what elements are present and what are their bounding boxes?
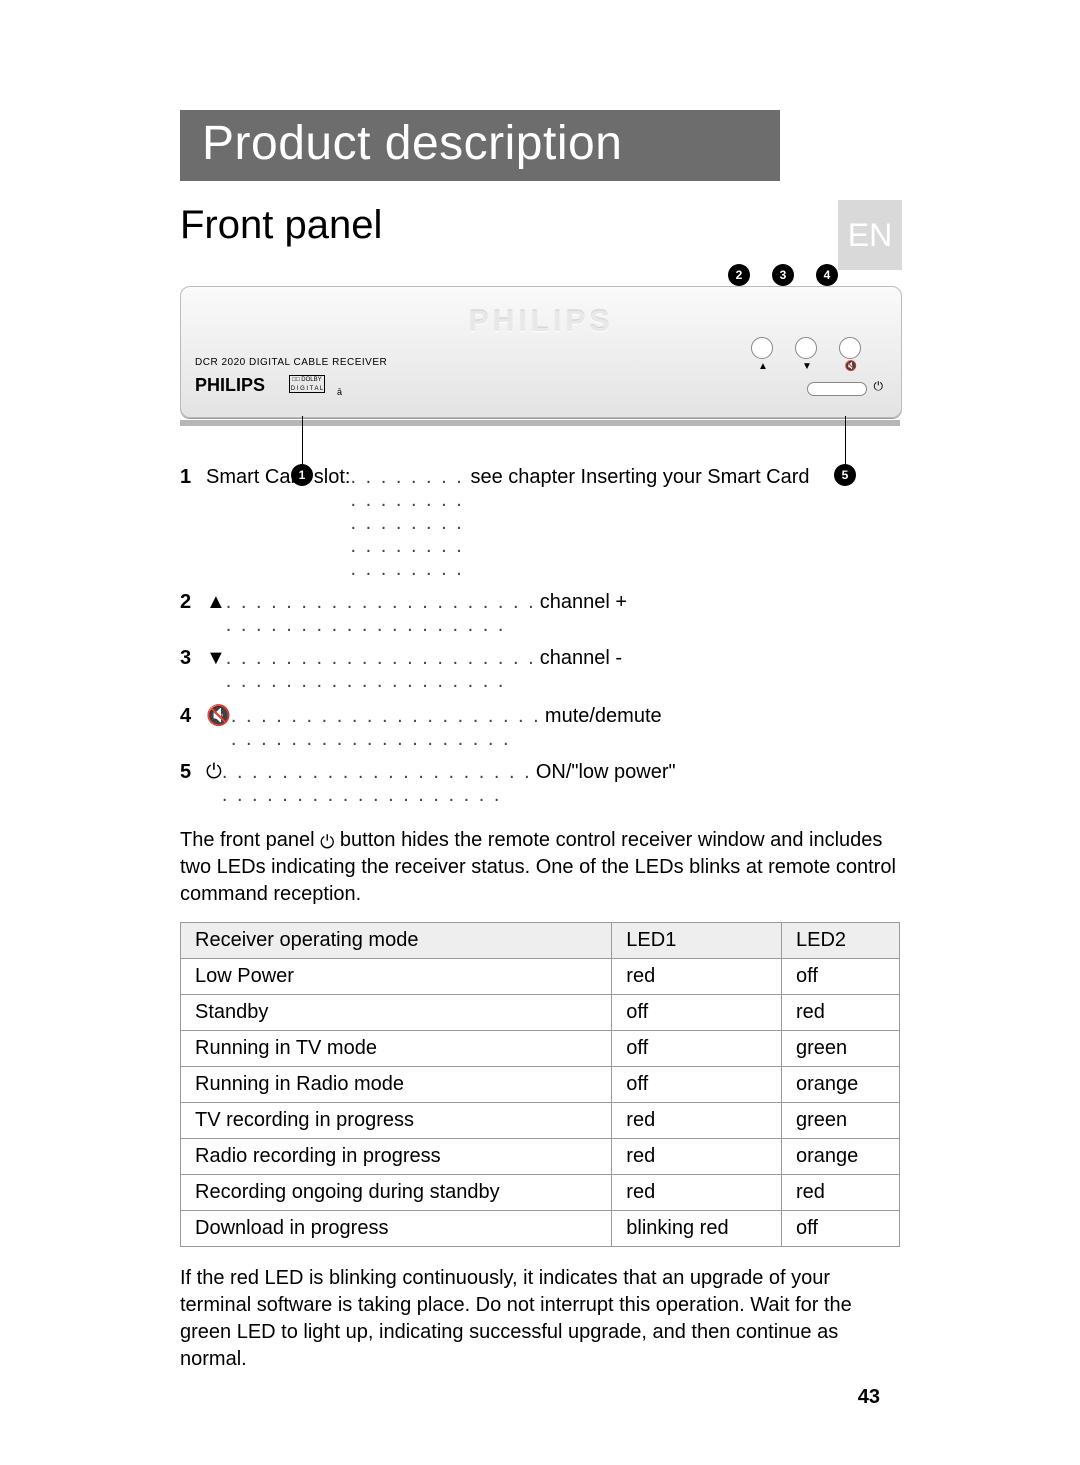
legend-num: 3 (180, 647, 206, 670)
legend-row: 3▼. . . . . . . . . . . . . . . . . . . … (180, 647, 900, 693)
section-title: Product description (180, 110, 780, 181)
device-shadow (180, 420, 900, 426)
cell-mode: Running in TV mode (181, 1031, 612, 1067)
legend-dots: . . . . . . . . . . . . . . . . . . . . … (231, 705, 545, 751)
legend-val: channel - (540, 647, 622, 670)
cell-led2: orange (782, 1139, 900, 1175)
legend-val: ON/"low power" (536, 761, 676, 784)
table-row: Standbyoffred (181, 995, 900, 1031)
cell-mode: Radio recording in progress (181, 1139, 612, 1175)
model-label: DCR 2020 DIGITAL CABLE RECEIVER (195, 357, 387, 368)
legend-row: 4🔇. . . . . . . . . . . . . . . . . . . … (180, 703, 900, 751)
cell-led1: red (612, 1175, 782, 1211)
cell-led1: red (612, 1103, 782, 1139)
cell-mode: Low Power (181, 959, 612, 995)
col-led2: LED2 (782, 923, 900, 959)
mute-button (839, 337, 861, 359)
callout-line (302, 416, 303, 464)
dolby-logo: □□ DOLBY D I G I T A L (289, 375, 325, 393)
legend-key: ⏻ (206, 761, 222, 784)
legend-val: see chapter Inserting your Smart Card (470, 466, 809, 489)
table-row: Low Powerredoff (181, 959, 900, 995)
power-icon-inline: ⏻ (320, 830, 334, 854)
receiver-device: PHILIPS DCR 2020 DIGITAL CABLE RECEIVER … (180, 286, 902, 418)
cell-led1: off (612, 1031, 782, 1067)
power-icon: ⏻ (874, 379, 884, 394)
table-row: TV recording in progressredgreen (181, 1103, 900, 1139)
cas-mark: ā (337, 387, 342, 397)
legend-key: ▼ (206, 647, 226, 670)
legend-num: 2 (180, 591, 206, 614)
legend-dots: . . . . . . . . . . . . . . . . . . . . … (226, 647, 540, 693)
led-status-table: Receiver operating mode LED1 LED2 Low Po… (180, 922, 900, 1247)
page-number: 43 (858, 1386, 880, 1409)
legend-row: 5⏻. . . . . . . . . . . . . . . . . . . … (180, 761, 900, 807)
channel-down-button (795, 337, 817, 359)
channel-down-icon: ▼ (797, 361, 817, 372)
led-description: The front panel ⏻ button hides the remot… (180, 827, 900, 908)
legend-key: ▲ (206, 591, 226, 614)
front-panel-legend: 1Smart Card slot:. . . . . . . . . . . .… (180, 466, 900, 807)
legend-num: 4 (180, 705, 206, 728)
cell-led1: off (612, 1067, 782, 1103)
power-button (807, 382, 867, 396)
cell-led1: red (612, 959, 782, 995)
callout-3: 3 (772, 264, 794, 286)
legend-key: Smart Card slot: (206, 466, 350, 489)
col-led1: LED1 (612, 923, 782, 959)
callout-4: 4 (816, 264, 838, 286)
engraved-brand: PHILIPS (469, 305, 614, 339)
cell-led1: off (612, 995, 782, 1031)
table-row: Recording ongoing during standbyredred (181, 1175, 900, 1211)
subsection-title: Front panel (180, 203, 900, 248)
table-row: Running in TV modeoffgreen (181, 1031, 900, 1067)
legend-dots: . . . . . . . . . . . . . . . . . . . . … (350, 466, 470, 581)
legend-val: channel + (540, 591, 627, 614)
table-row: Running in Radio modeofforange (181, 1067, 900, 1103)
col-mode: Receiver operating mode (181, 923, 612, 959)
cell-led2: green (782, 1031, 900, 1067)
cell-led2: off (782, 1211, 900, 1247)
brand-logo: PHILIPS (195, 375, 265, 396)
channel-up-icon: ▲ (753, 361, 773, 372)
table-row: Radio recording in progressredorange (181, 1139, 900, 1175)
upgrade-note: If the red LED is blinking continuously,… (180, 1265, 900, 1373)
channel-up-button (751, 337, 773, 359)
cell-mode: Download in progress (181, 1211, 612, 1247)
cell-mode: Running in Radio mode (181, 1067, 612, 1103)
cell-led2: orange (782, 1067, 900, 1103)
cell-led2: off (782, 959, 900, 995)
legend-dots: . . . . . . . . . . . . . . . . . . . . … (226, 591, 540, 637)
callout-1: 1 (291, 464, 313, 486)
legend-num: 5 (180, 761, 206, 784)
manual-page: Product description EN Front panel 2 3 4… (0, 0, 1080, 1465)
legend-row: 1Smart Card slot:. . . . . . . . . . . .… (180, 466, 900, 581)
cell-led1: blinking red (612, 1211, 782, 1247)
legend-num: 1 (180, 466, 206, 489)
cell-led2: red (782, 1175, 900, 1211)
cell-mode: TV recording in progress (181, 1103, 612, 1139)
language-tab: EN (838, 200, 902, 270)
table-row: Download in progressblinking redoff (181, 1211, 900, 1247)
mute-icon: 🔇 (841, 361, 861, 372)
text-before-icon: The front panel (180, 829, 320, 851)
cell-mode: Recording ongoing during standby (181, 1175, 612, 1211)
callout-5: 5 (834, 464, 856, 486)
cell-led2: red (782, 995, 900, 1031)
legend-row: 2▲. . . . . . . . . . . . . . . . . . . … (180, 591, 900, 637)
cell-mode: Standby (181, 995, 612, 1031)
cell-led2: green (782, 1103, 900, 1139)
legend-val: mute/demute (545, 705, 662, 728)
cell-led1: red (612, 1139, 782, 1175)
callout-line (845, 416, 846, 464)
legend-key: 🔇 (206, 703, 231, 728)
front-panel-diagram: 2 3 4 PHILIPS DCR 2020 DIGITAL CABLE REC… (180, 286, 900, 426)
callout-2: 2 (728, 264, 750, 286)
legend-dots: . . . . . . . . . . . . . . . . . . . . … (222, 761, 536, 807)
